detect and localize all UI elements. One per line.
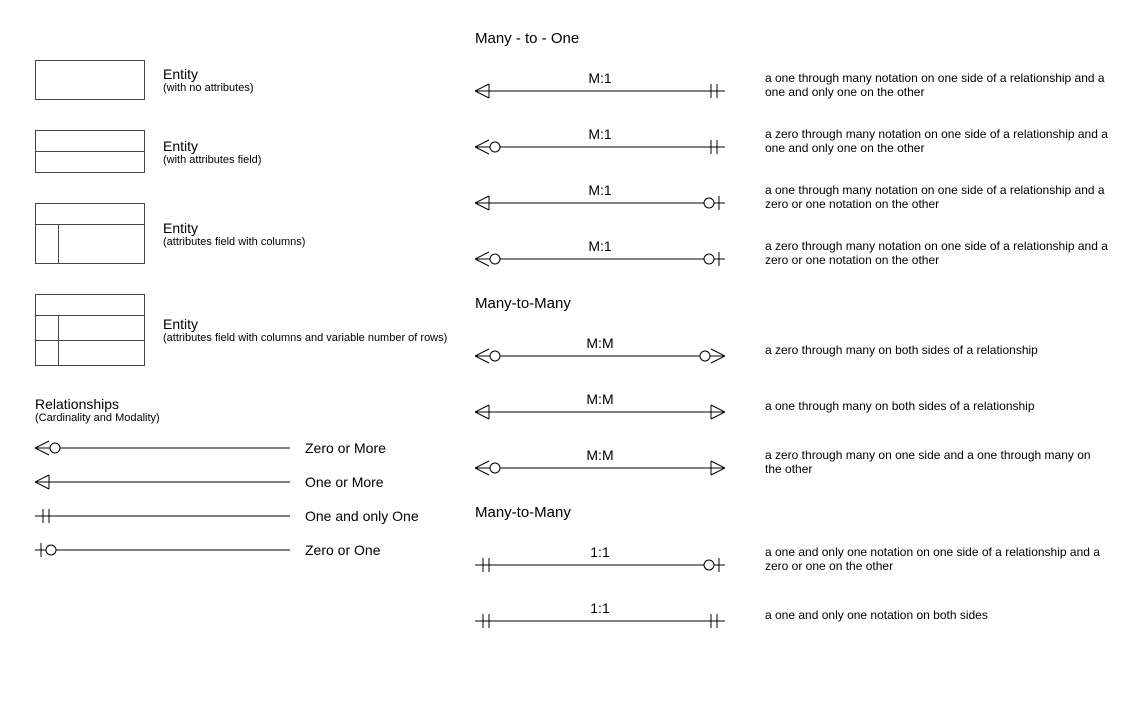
notation-desc: a zero through many notation on one side…: [765, 239, 1108, 267]
entity-box-icon: [35, 294, 145, 366]
entity-title: Entity: [163, 138, 261, 154]
notation-desc: a one and only one notation on both side…: [765, 608, 988, 622]
m1-row-2: M:1 a one through many notation on one s…: [475, 183, 1108, 211]
entities-and-legend: Entity (with no attributes) Entity (with…: [35, 20, 475, 574]
relationships-sub: (Cardinality and Modality): [35, 412, 475, 424]
relationship-line-icon: 1:1: [475, 545, 725, 573]
entity-attributes-columns-rows: Entity (attributes field with columns an…: [35, 294, 475, 366]
relationships-heading: Relationships (Cardinality and Modality): [35, 396, 475, 424]
mm-row-1: M:M a one through many on both sides of …: [475, 392, 1108, 420]
legend-one-and-only-one: One and only One: [35, 506, 475, 526]
ratio-label: 1:1: [590, 545, 610, 560]
relationship-line-icon: M:M: [475, 336, 725, 364]
m1-row-0: M:1 a one through many notation on one s…: [475, 71, 1108, 99]
entity-title: Entity: [163, 66, 253, 82]
entity-box-icon: [35, 60, 145, 100]
legend-zero-or-one: Zero or One: [35, 540, 475, 560]
crowfoot-zero-or-one-icon: [35, 540, 295, 560]
ratio-label: M:1: [588, 127, 612, 142]
relationship-line-icon: M:M: [475, 392, 725, 420]
notation-desc: a one through many on both sides of a re…: [765, 399, 1035, 413]
notation-desc: a zero through many notation on one side…: [765, 127, 1108, 155]
entity-box-icon: [35, 130, 145, 173]
notation-desc: a one and only one notation on one side …: [765, 545, 1108, 573]
crowfoot-zero-or-more-icon: [35, 438, 295, 458]
ratio-label: M:1: [588, 239, 612, 254]
entity-box-icon: [35, 203, 145, 264]
ratio-label: M:M: [586, 448, 613, 463]
relationship-line-icon: M:1: [475, 183, 725, 211]
relationship-line-icon: 1:1: [475, 601, 725, 629]
ratio-label: 1:1: [590, 601, 610, 616]
m1-row-1: M:1 a zero through many notation on one …: [475, 127, 1108, 155]
section-title-mm: Many-to-Many: [475, 295, 1108, 312]
entity-sub: (with no attributes): [163, 82, 253, 94]
relationship-line-icon: M:1: [475, 239, 725, 267]
crowfoot-one-or-more-icon: [35, 472, 295, 492]
oo-row-0: 1:1 a one and only one notation on one s…: [475, 545, 1108, 573]
section-title-oo: Many-to-Many: [475, 504, 1108, 521]
notation-examples: Many - to - One M:1 a one through many n…: [475, 20, 1108, 657]
notation-desc: a zero through many on one side and a on…: [765, 448, 1108, 476]
relationship-line-icon: M:1: [475, 127, 725, 155]
relationship-line-icon: M:M: [475, 448, 725, 476]
relationships-title: Relationships: [35, 396, 475, 412]
notation-desc: a one through many notation on one side …: [765, 71, 1108, 99]
entity-title: Entity: [163, 316, 447, 332]
ratio-label: M:1: [588, 183, 612, 198]
entity-sub: (attributes field with columns): [163, 236, 305, 248]
entity-attributes-columns: Entity (attributes field with columns): [35, 203, 475, 264]
notation-desc: a zero through many on both sides of a r…: [765, 343, 1038, 357]
entity-title: Entity: [163, 220, 305, 236]
mm-row-0: M:M a zero through many on both sides of…: [475, 336, 1108, 364]
entity-sub: (attributes field with columns and varia…: [163, 332, 447, 344]
legend-zero-or-more: Zero or More: [35, 438, 475, 458]
legend-label: Zero or More: [305, 440, 386, 456]
ratio-label: M:M: [586, 336, 613, 351]
legend-label: Zero or One: [305, 542, 380, 558]
legend-label: One or More: [305, 474, 384, 490]
legend-one-or-more: One or More: [35, 472, 475, 492]
ratio-label: M:M: [586, 392, 613, 407]
mm-row-2: M:M a zero through many on one side and …: [475, 448, 1108, 476]
oo-row-1: 1:1 a one and only one notation on both …: [475, 601, 1108, 629]
m1-row-3: M:1 a zero through many notation on one …: [475, 239, 1108, 267]
entity-sub: (with attributes field): [163, 154, 261, 166]
ratio-label: M:1: [588, 71, 612, 86]
notation-desc: a one through many notation on one side …: [765, 183, 1108, 211]
legend-label: One and only One: [305, 508, 419, 524]
entity-no-attributes: Entity (with no attributes): [35, 60, 475, 100]
relationship-line-icon: M:1: [475, 71, 725, 99]
section-title-m1: Many - to - One: [475, 30, 1108, 47]
crowfoot-one-only-one-icon: [35, 506, 295, 526]
entity-with-attributes: Entity (with attributes field): [35, 130, 475, 173]
